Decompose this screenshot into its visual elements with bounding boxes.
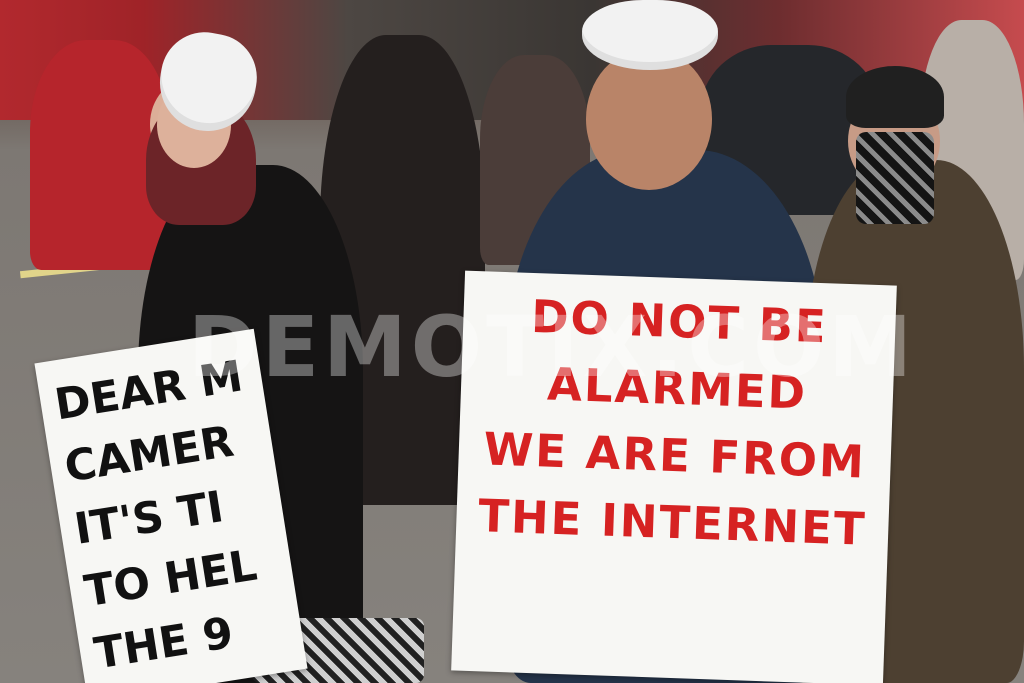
sign-line: THE INTERNET [477, 489, 868, 556]
anonymous-mask [582, 0, 718, 70]
protest-photo: DO NOT BE ALARMED WE ARE FROM THE INTERN… [0, 0, 1024, 683]
demotix-watermark: DEMOTIX.COM [188, 298, 916, 396]
knit-hat [846, 66, 944, 128]
bandana-face-covering [856, 132, 934, 224]
